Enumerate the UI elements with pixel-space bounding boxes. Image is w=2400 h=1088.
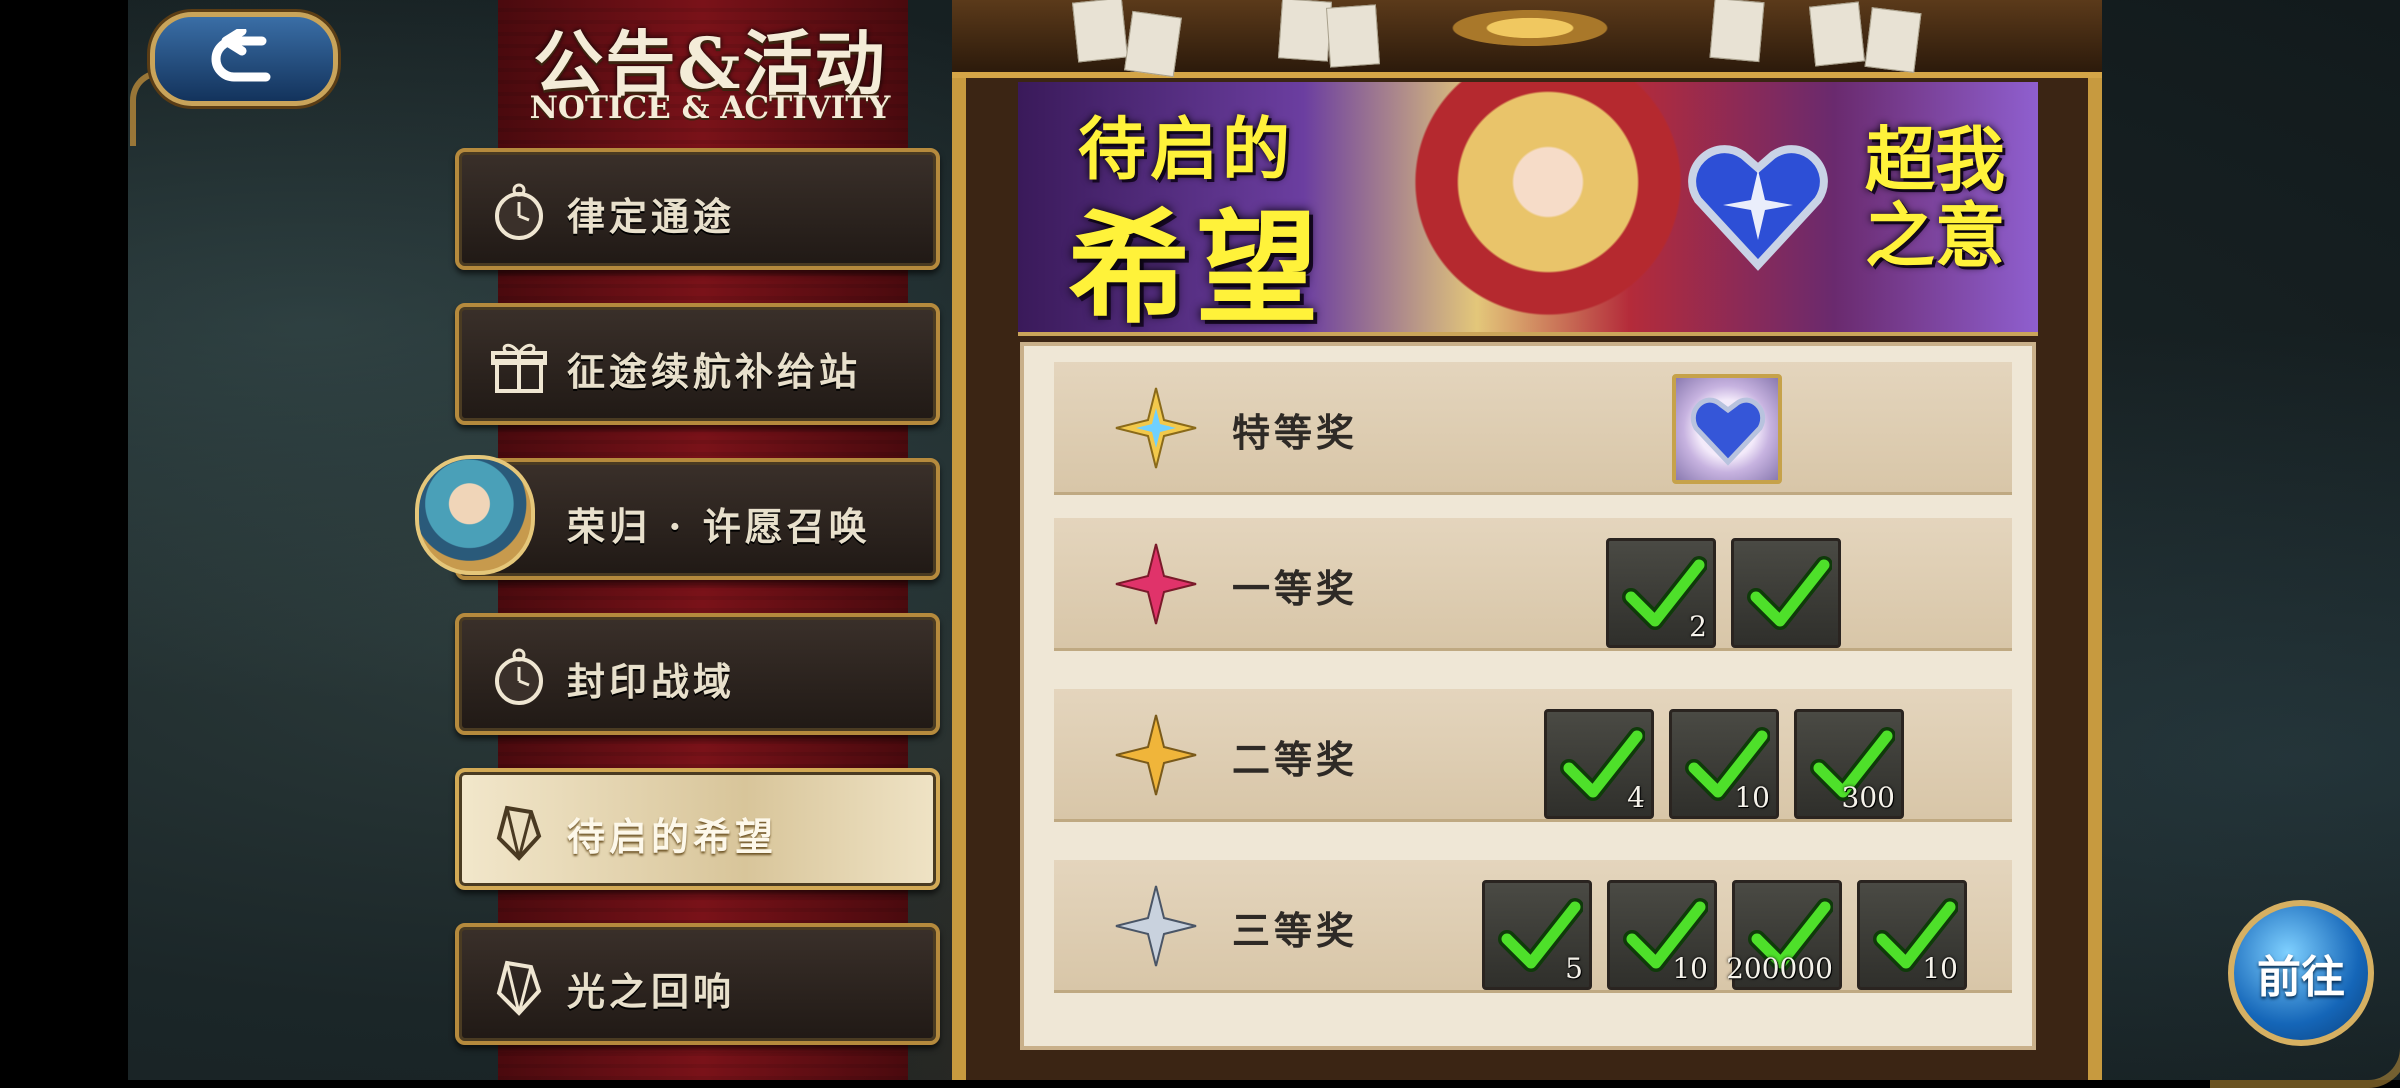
reward-panel: 特等奖 一等奖 2 二等奖 4 10 300 三等奖 5 10 200000 1… xyxy=(1020,342,2036,1050)
prize-row-third: 三等奖 5 10 200000 10 xyxy=(1054,860,2012,990)
item-quantity: 300 xyxy=(1841,781,1895,814)
go-button[interactable]: 前往 xyxy=(2228,900,2374,1046)
prize-rank-label: 一等奖 xyxy=(1232,566,1359,611)
gift-box-icon xyxy=(491,343,547,393)
item-quantity: 10 xyxy=(1672,952,1708,985)
prize-row-second: 二等奖 4 10 300 xyxy=(1054,689,2012,819)
rainbow-star-icon xyxy=(1115,387,1197,469)
reward-item[interactable] xyxy=(1672,374,1782,484)
reward-item[interactable]: 2 xyxy=(1606,538,1716,648)
blue-heart-gem-icon xyxy=(1688,145,1828,271)
heart-gem-icon xyxy=(1690,397,1766,466)
banner-subtitle: 超我之意 xyxy=(1865,118,2005,277)
event-banner: 待启的 希望 超我之意 xyxy=(1018,82,2038,336)
prize-rank-label: 特等奖 xyxy=(1232,410,1359,455)
back-button[interactable] xyxy=(150,12,338,106)
back-arrow-icon xyxy=(211,29,271,82)
reward-item[interactable]: 300 xyxy=(1794,709,1904,819)
character-illustration xyxy=(1398,82,1698,332)
red-star-icon xyxy=(1115,543,1197,625)
go-button-label: 前往 xyxy=(2257,952,2345,1003)
check-icon xyxy=(1747,556,1832,630)
menu-item-label: 征途续航补给站 xyxy=(567,349,862,394)
menu-item-label: 封印战域 xyxy=(567,659,736,704)
prize-rank-label: 二等奖 xyxy=(1232,737,1359,782)
frame-crest-ornament xyxy=(1410,0,1650,56)
prize-row-first: 一等奖 2 xyxy=(1054,518,2012,648)
reward-item[interactable]: 4 xyxy=(1544,709,1654,819)
pinned-note xyxy=(1277,0,1333,62)
pocket-watch-icon xyxy=(495,648,543,705)
item-quantity: 10 xyxy=(1922,952,1958,985)
pinned-note xyxy=(1325,4,1381,68)
pinned-note xyxy=(1864,7,1922,73)
gold-star-icon xyxy=(1115,714,1197,796)
menu-item-echo-of-light[interactable]: 光之回响 xyxy=(455,923,940,1045)
crystal-icon xyxy=(496,960,542,1016)
prize-rank-label: 三等奖 xyxy=(1232,908,1359,953)
reward-item[interactable]: 5 xyxy=(1482,880,1592,990)
menu-item-supply-station[interactable]: 征途续航补给站 xyxy=(455,303,940,425)
menu-item-awaiting-hope[interactable]: 待启的希望 xyxy=(455,768,940,890)
character-avatar-icon xyxy=(415,455,535,575)
crystal-icon xyxy=(496,805,542,861)
menu-item-label: 待启的希望 xyxy=(567,814,778,859)
page-subtitle: NOTICE & ACTIVITY xyxy=(529,90,891,126)
silver-star-icon xyxy=(1115,885,1197,967)
menu-item-label: 律定通途 xyxy=(567,194,736,239)
banner-title-line2: 希望 xyxy=(1068,196,1324,336)
pinned-note xyxy=(1709,0,1765,63)
item-quantity: 2 xyxy=(1689,610,1707,643)
pinned-note xyxy=(1072,0,1128,63)
pinned-note xyxy=(1124,10,1182,78)
item-quantity: 4 xyxy=(1627,781,1645,814)
reward-item[interactable]: 10 xyxy=(1857,880,1967,990)
item-quantity: 10 xyxy=(1734,781,1770,814)
prize-row-special: 特等奖 xyxy=(1054,362,2012,492)
item-quantity: 5 xyxy=(1565,952,1583,985)
pinned-note xyxy=(1809,1,1865,67)
item-quantity: 200000 xyxy=(1726,952,1833,985)
menu-item-sealed-battlefield[interactable]: 封印战域 xyxy=(455,613,940,735)
menu-item-label: 荣归 · 许愿召唤 xyxy=(567,504,871,549)
reward-item[interactable]: 10 xyxy=(1669,709,1779,819)
menu-item-lvding[interactable]: 律定通途 xyxy=(455,148,940,270)
reward-item[interactable]: 200000 xyxy=(1726,880,1842,990)
pocket-watch-icon xyxy=(495,183,543,240)
reward-item[interactable] xyxy=(1731,538,1841,648)
menu-item-label: 光之回响 xyxy=(567,969,736,1014)
reward-item[interactable]: 10 xyxy=(1607,880,1717,990)
